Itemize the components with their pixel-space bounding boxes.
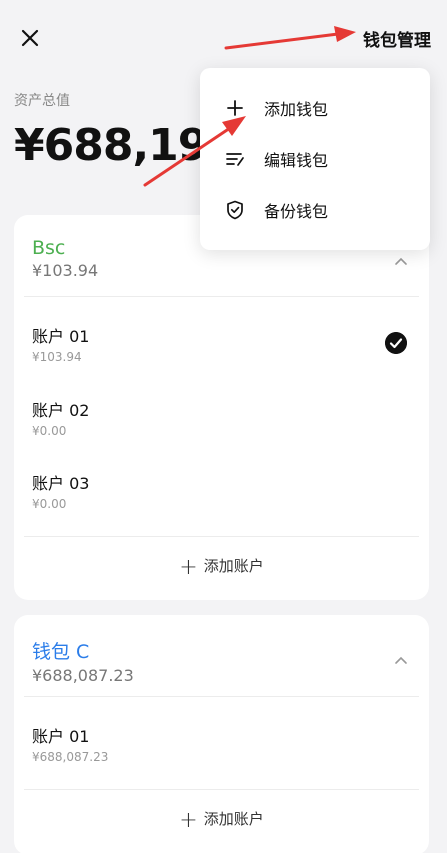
wallet-manage-button[interactable]: 钱包管理	[363, 26, 431, 51]
account-name: 账户 01	[32, 727, 90, 746]
wallet-name: Bsc	[32, 237, 66, 259]
wallet-header[interactable]: Bsc ¥103.94	[32, 237, 98, 280]
menu-item-edit-wallet[interactable]: 编辑钱包	[224, 144, 328, 174]
add-account-label: 添加账户	[203, 557, 264, 575]
total-assets-value: ¥688,191	[14, 120, 204, 171]
account-balance: ¥688,087.23	[32, 750, 109, 764]
menu-item-label: 编辑钱包	[264, 151, 329, 170]
total-assets-label: 资产总值	[14, 93, 70, 109]
edit-list-icon	[226, 153, 244, 166]
menu-item-backup-wallet[interactable]: 备份钱包	[224, 195, 328, 225]
account-item[interactable]: 账户 01 ¥103.94	[32, 323, 89, 364]
wallet-header[interactable]: 钱包 C ¥688,087.23	[32, 637, 134, 685]
shield-check-icon	[227, 200, 243, 220]
divider	[24, 696, 419, 697]
account-balance: ¥103.94	[32, 350, 82, 364]
menu-item-label: 添加钱包	[264, 100, 329, 119]
account-item[interactable]: 账户 02 ¥0.00	[32, 397, 89, 438]
account-name: 账户 03	[32, 474, 90, 493]
top-bar: 钱包管理	[0, 0, 447, 75]
plus-icon	[227, 100, 243, 116]
wallet-total: ¥688,087.23	[32, 666, 134, 685]
menu-item-label: 备份钱包	[264, 202, 329, 221]
plus-icon: +	[179, 555, 198, 580]
chevron-up-icon[interactable]	[393, 256, 409, 266]
wallet-manage-menu: 添加钱包 编辑钱包 备份钱包	[200, 68, 430, 250]
account-item[interactable]: 账户 03 ¥0.00	[32, 470, 89, 511]
divider	[24, 536, 419, 537]
check-icon	[385, 332, 407, 354]
plus-icon: +	[179, 808, 198, 833]
wallet-name: 钱包 C	[32, 641, 90, 663]
add-account-button[interactable]: + 添加账户	[14, 555, 429, 580]
add-account-button[interactable]: + 添加账户	[14, 808, 429, 833]
chevron-up-icon[interactable]	[393, 655, 409, 665]
divider	[24, 296, 419, 297]
account-balance: ¥0.00	[32, 424, 67, 438]
account-item[interactable]: 账户 01 ¥688,087.23	[32, 723, 108, 764]
close-icon[interactable]	[18, 26, 42, 50]
divider	[24, 789, 419, 790]
account-balance: ¥0.00	[32, 497, 67, 511]
wallet-card-c: 钱包 C ¥688,087.23 账户 01 ¥688,087.23 + 添加账户	[14, 615, 429, 853]
account-name: 账户 01	[32, 327, 90, 346]
add-account-label: 添加账户	[203, 810, 264, 828]
account-name: 账户 02	[32, 401, 90, 420]
wallet-total: ¥103.94	[32, 261, 99, 280]
menu-item-add-wallet[interactable]: 添加钱包	[224, 93, 328, 123]
wallet-card-bsc: Bsc ¥103.94 账户 01 ¥103.94 账户 02 ¥0.00 账户…	[14, 215, 429, 600]
